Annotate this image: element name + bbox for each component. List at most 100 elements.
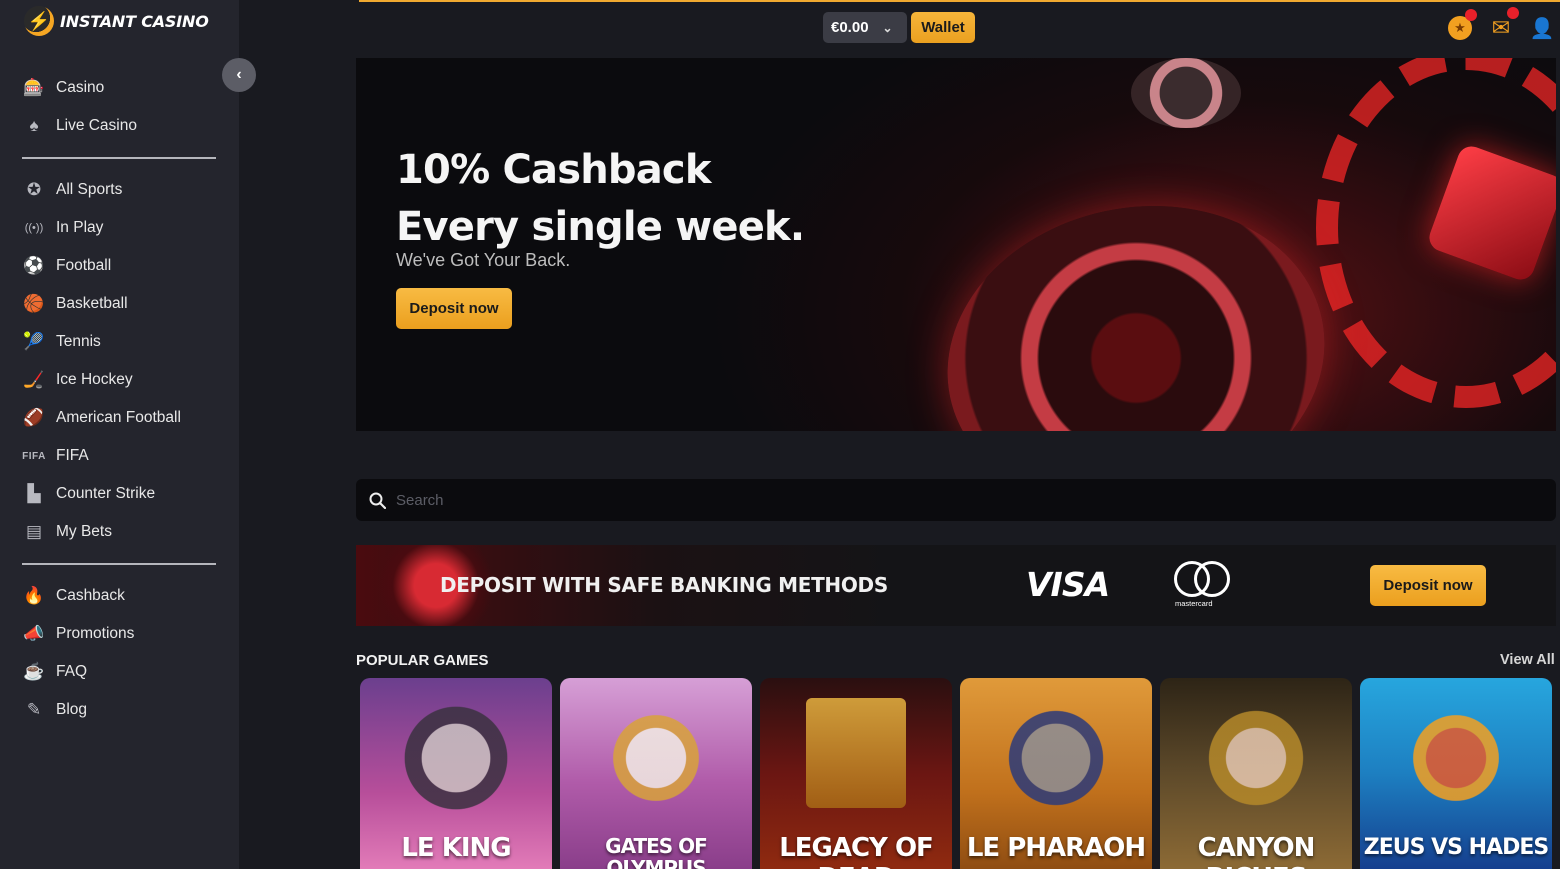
search-input[interactable] — [396, 491, 1496, 509]
sidebar-item-label: Live Casino — [56, 117, 137, 134]
sidebar-item-casino[interactable]: 🎰 Casino — [22, 69, 216, 107]
banking-deposit-button[interactable]: Deposit now — [1370, 565, 1486, 606]
hero-title-line-2: Every single week. — [396, 204, 805, 250]
chevron-left-icon: ‹ — [236, 66, 242, 83]
game-tile[interactable]: LEGACY OF DEAD — [760, 678, 952, 869]
my-bets-icon: ▤ — [25, 522, 43, 541]
logo[interactable]: ⚡ INSTANT CASINO — [24, 6, 209, 36]
game-tile[interactable]: LE PHARAOH — [960, 678, 1152, 869]
nav-group-sports: ✪ All Sports ((•)) In Play ⚽ Football 🏀 … — [22, 171, 216, 551]
sidebar-item-label: FIFA — [56, 447, 89, 464]
casino-chip-image — [1131, 58, 1241, 128]
cashback-icon: 🔥 — [23, 586, 45, 605]
game-title: CANYON RICHES — [1197, 833, 1316, 869]
hero-banner[interactable]: 10% Cashback Every single week. We've Go… — [356, 58, 1556, 431]
sidebar-divider — [22, 563, 216, 565]
wallet-button[interactable]: Wallet — [911, 12, 975, 43]
banking-banner-text: DEPOSIT WITH SAFE BANKING METHODS — [440, 573, 888, 597]
promotions-icon: 📣 — [23, 624, 45, 643]
view-all-link[interactable]: View All — [1500, 652, 1555, 668]
sidebar-item-label: In Play — [56, 219, 104, 236]
sidebar-item-all-sports[interactable]: ✪ All Sports — [22, 171, 216, 209]
fifa-icon: FIFA — [22, 450, 46, 462]
sidebar-item-american-football[interactable]: 🏈 American Football — [22, 399, 216, 437]
game-title: LEGACY OF DEAD — [779, 833, 934, 869]
sidebar-item-in-play[interactable]: ((•)) In Play — [22, 209, 216, 247]
mail-notification-dot — [1507, 7, 1519, 19]
sidebar-item-basketball[interactable]: 🏀 Basketball — [22, 285, 216, 323]
basketball-icon: 🏀 — [23, 294, 45, 313]
sidebar-item-cashback[interactable]: 🔥 Cashback — [22, 577, 216, 615]
sidebar-item-ice-hockey[interactable]: 🏒 Ice Hockey — [22, 361, 216, 399]
sidebar-divider — [22, 157, 216, 159]
all-sports-icon: ✪ — [26, 180, 42, 199]
hero-title-line-1: 10% Cashback — [396, 147, 711, 193]
game-thumbnail-image — [806, 698, 906, 808]
sidebar-item-label: Tennis — [56, 333, 101, 350]
game-thumbnail-image — [1396, 698, 1516, 818]
sidebar-item-fifa[interactable]: FIFA FIFA — [22, 437, 216, 475]
game-tile[interactable]: ZEUS VS HADES — [1360, 678, 1552, 869]
search-bar[interactable] — [356, 479, 1556, 521]
sidebar-item-tennis[interactable]: 🎾 Tennis — [22, 323, 216, 361]
user-icon[interactable]: 👤 — [1530, 16, 1555, 40]
search-icon — [368, 491, 386, 509]
casino-icon: 🎰 — [23, 78, 45, 97]
in-play-icon: ((•)) — [24, 222, 44, 234]
hero-title: 10% Cashback Every single week. — [396, 142, 805, 256]
sidebar-item-label: Blog — [56, 701, 88, 718]
mastercard-label: mastercard — [1175, 599, 1213, 608]
mastercard-circle-right-icon — [1194, 561, 1230, 597]
sidebar-item-promotions[interactable]: 📣 Promotions — [22, 615, 216, 653]
visa-logo: VISA — [1026, 565, 1110, 604]
counter-strike-icon: ▙ — [27, 484, 41, 503]
game-thumbnail-image — [1196, 698, 1316, 818]
sidebar-item-label: Ice Hockey — [56, 371, 133, 388]
brand-name: INSTANT CASINO — [60, 11, 209, 31]
game-thumbnail-image — [996, 698, 1116, 818]
chevron-down-icon: ⌄ — [882, 20, 893, 35]
sidebar-item-label: All Sports — [56, 181, 123, 198]
game-title: ZEUS VS HADES — [1363, 835, 1549, 860]
popular-games-title: POPULAR GAMES — [356, 652, 489, 669]
lightning-logo-icon: ⚡ — [24, 6, 54, 36]
game-tile[interactable]: LE KING — [360, 678, 552, 869]
balance-value: €0.00 — [831, 19, 869, 36]
mastercard-logo: mastercard — [1172, 561, 1232, 609]
game-thumbnail-image — [396, 698, 516, 818]
hero-subtitle: We've Got Your Back. — [396, 250, 571, 270]
ice-hockey-icon: 🏒 — [23, 370, 45, 389]
banking-banner: DEPOSIT WITH SAFE BANKING METHODS VISA m… — [356, 545, 1556, 626]
sidebar-item-faq[interactable]: ☕ FAQ — [22, 653, 216, 691]
sidebar-item-label: Basketball — [56, 295, 128, 312]
sidebar-item-blog[interactable]: ✎ Blog — [22, 691, 216, 729]
sidebar-item-label: FAQ — [56, 663, 88, 680]
popular-games-row: LE KING GATES OF OLYMPUS LEGACY OF DEAD … — [360, 678, 1552, 869]
tennis-icon: 🎾 — [23, 332, 45, 351]
hero-deposit-button[interactable]: Deposit now — [396, 288, 512, 329]
sidebar-item-football[interactable]: ⚽ Football — [22, 247, 216, 285]
balance-dropdown[interactable]: €0.00 ⌄ — [823, 12, 907, 43]
sidebar: ⚡ INSTANT CASINO 🎰 Casino ♠ Live Casino … — [0, 0, 239, 869]
game-tile[interactable]: GATES OF OLYMPUS — [560, 678, 752, 869]
sidebar-item-counter-strike[interactable]: ▙ Counter Strike — [22, 475, 216, 513]
sidebar-item-label: Cashback — [56, 587, 125, 604]
sidebar-item-label: My Bets — [56, 523, 112, 540]
sidebar-item-my-bets[interactable]: ▤ My Bets — [22, 513, 216, 551]
rewards-notification-dot — [1465, 9, 1477, 21]
sidebar-item-label: Football — [56, 257, 112, 274]
blog-icon: ✎ — [26, 700, 42, 719]
game-tile[interactable]: CANYON RICHES — [1160, 678, 1352, 869]
live-casino-icon: ♠ — [29, 116, 39, 135]
game-title: GATES OF OLYMPUS — [605, 835, 708, 869]
american-football-icon: 🏈 — [23, 408, 45, 427]
top-accent-line — [359, 0, 1560, 2]
game-title: LE PHARAOH — [966, 833, 1146, 863]
mail-icon[interactable]: ✉ — [1489, 15, 1513, 40]
game-title: LE KING — [401, 833, 511, 863]
sidebar-item-live-casino[interactable]: ♠ Live Casino — [22, 107, 216, 145]
nav-group-extras: 🔥 Cashback 📣 Promotions ☕ FAQ ✎ Blog — [22, 577, 216, 729]
nav-group-casino: 🎰 Casino ♠ Live Casino — [22, 69, 216, 145]
collapse-sidebar-button[interactable]: ‹ — [222, 58, 256, 92]
sidebar-item-label: Casino — [56, 79, 105, 96]
